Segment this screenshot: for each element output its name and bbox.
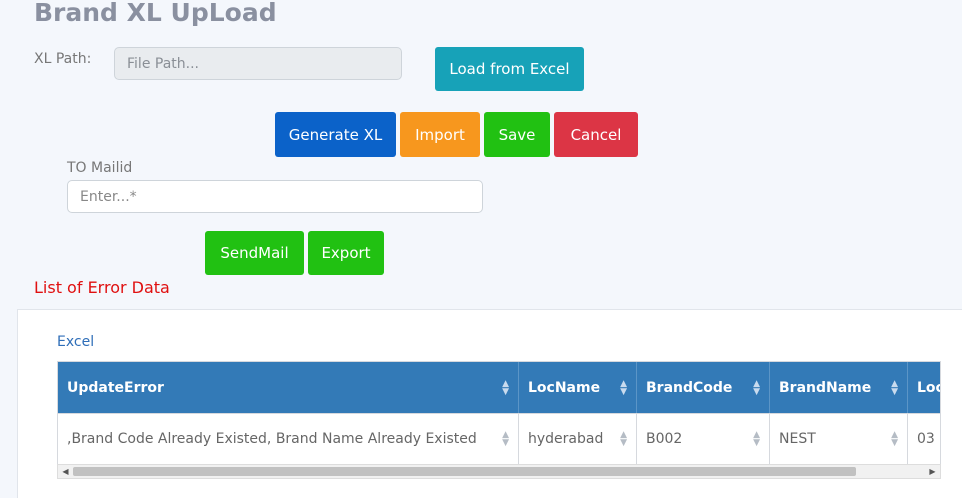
sort-icon: ▲ ▼: [502, 430, 509, 448]
cell-text: B002: [646, 431, 683, 447]
page-title: Brand XL UpLoad: [34, 0, 277, 27]
sort-icon[interactable]: ▲ ▼: [891, 379, 898, 396]
sort-icon: ▲ ▼: [753, 430, 760, 448]
sendmail-button[interactable]: SendMail: [205, 231, 304, 275]
column-header-brandname[interactable]: BrandName ▲ ▼: [770, 362, 908, 413]
save-button[interactable]: Save: [484, 112, 550, 157]
error-data-heading: List of Error Data: [34, 278, 170, 297]
column-header-label: BrandName: [779, 379, 872, 396]
excel-export-link[interactable]: Excel: [57, 334, 94, 350]
column-header-locname[interactable]: LocName ▲ ▼: [519, 362, 637, 413]
sort-icon: ▲ ▼: [620, 430, 627, 448]
sort-icon[interactable]: ▲ ▼: [620, 379, 627, 396]
grid-header-row: UpdateError ▲ ▼ LocName ▲ ▼ BrandCode ▲ ▼ B…: [58, 362, 940, 413]
to-mailid-input[interactable]: Enter...*: [67, 180, 483, 213]
cell-text: hyderabad: [528, 431, 604, 447]
column-header-loc[interactable]: Loc: [908, 362, 940, 413]
cell-locname: hyderabad ▲ ▼: [519, 414, 637, 464]
cell-text: ,Brand Code Already Existed, Brand Name …: [67, 431, 477, 447]
horizontal-scrollbar[interactable]: ◀ ▶: [57, 464, 941, 479]
sort-icon: ▲ ▼: [891, 430, 898, 448]
to-mailid-label: TO Mailid: [67, 160, 133, 176]
export-button[interactable]: Export: [308, 231, 384, 275]
cell-text: NEST: [779, 431, 816, 447]
xl-path-label: XL Path:: [34, 51, 92, 67]
cell-loc: 03: [908, 414, 940, 464]
column-header-label: LocName: [528, 379, 601, 396]
scroll-left-icon[interactable]: ◀: [58, 465, 73, 478]
generate-xl-button[interactable]: Generate XL: [275, 112, 396, 157]
column-header-label: Loc: [917, 379, 940, 396]
scroll-right-icon[interactable]: ▶: [925, 465, 940, 478]
error-data-grid: UpdateError ▲ ▼ LocName ▲ ▼ BrandCode ▲ ▼ B…: [57, 361, 941, 464]
column-header-label: UpdateError: [67, 379, 164, 396]
scrollbar-thumb[interactable]: [73, 467, 856, 476]
cell-text: 03: [917, 431, 935, 447]
cell-brandname: NEST ▲ ▼: [770, 414, 908, 464]
cell-brandcode: B002 ▲ ▼: [637, 414, 770, 464]
column-header-updateerror[interactable]: UpdateError ▲ ▼: [58, 362, 519, 413]
sort-icon[interactable]: ▲ ▼: [753, 379, 760, 396]
column-header-label: BrandCode: [646, 379, 733, 396]
sort-icon[interactable]: ▲ ▼: [502, 379, 509, 396]
cancel-button[interactable]: Cancel: [554, 112, 638, 157]
load-from-excel-button[interactable]: Load from Excel: [435, 47, 584, 91]
cell-updateerror: ,Brand Code Already Existed, Brand Name …: [58, 414, 519, 464]
table-row[interactable]: ,Brand Code Already Existed, Brand Name …: [58, 413, 940, 464]
column-header-brandcode[interactable]: BrandCode ▲ ▼: [637, 362, 770, 413]
import-button[interactable]: Import: [400, 112, 480, 157]
file-path-input[interactable]: File Path...: [114, 47, 402, 80]
